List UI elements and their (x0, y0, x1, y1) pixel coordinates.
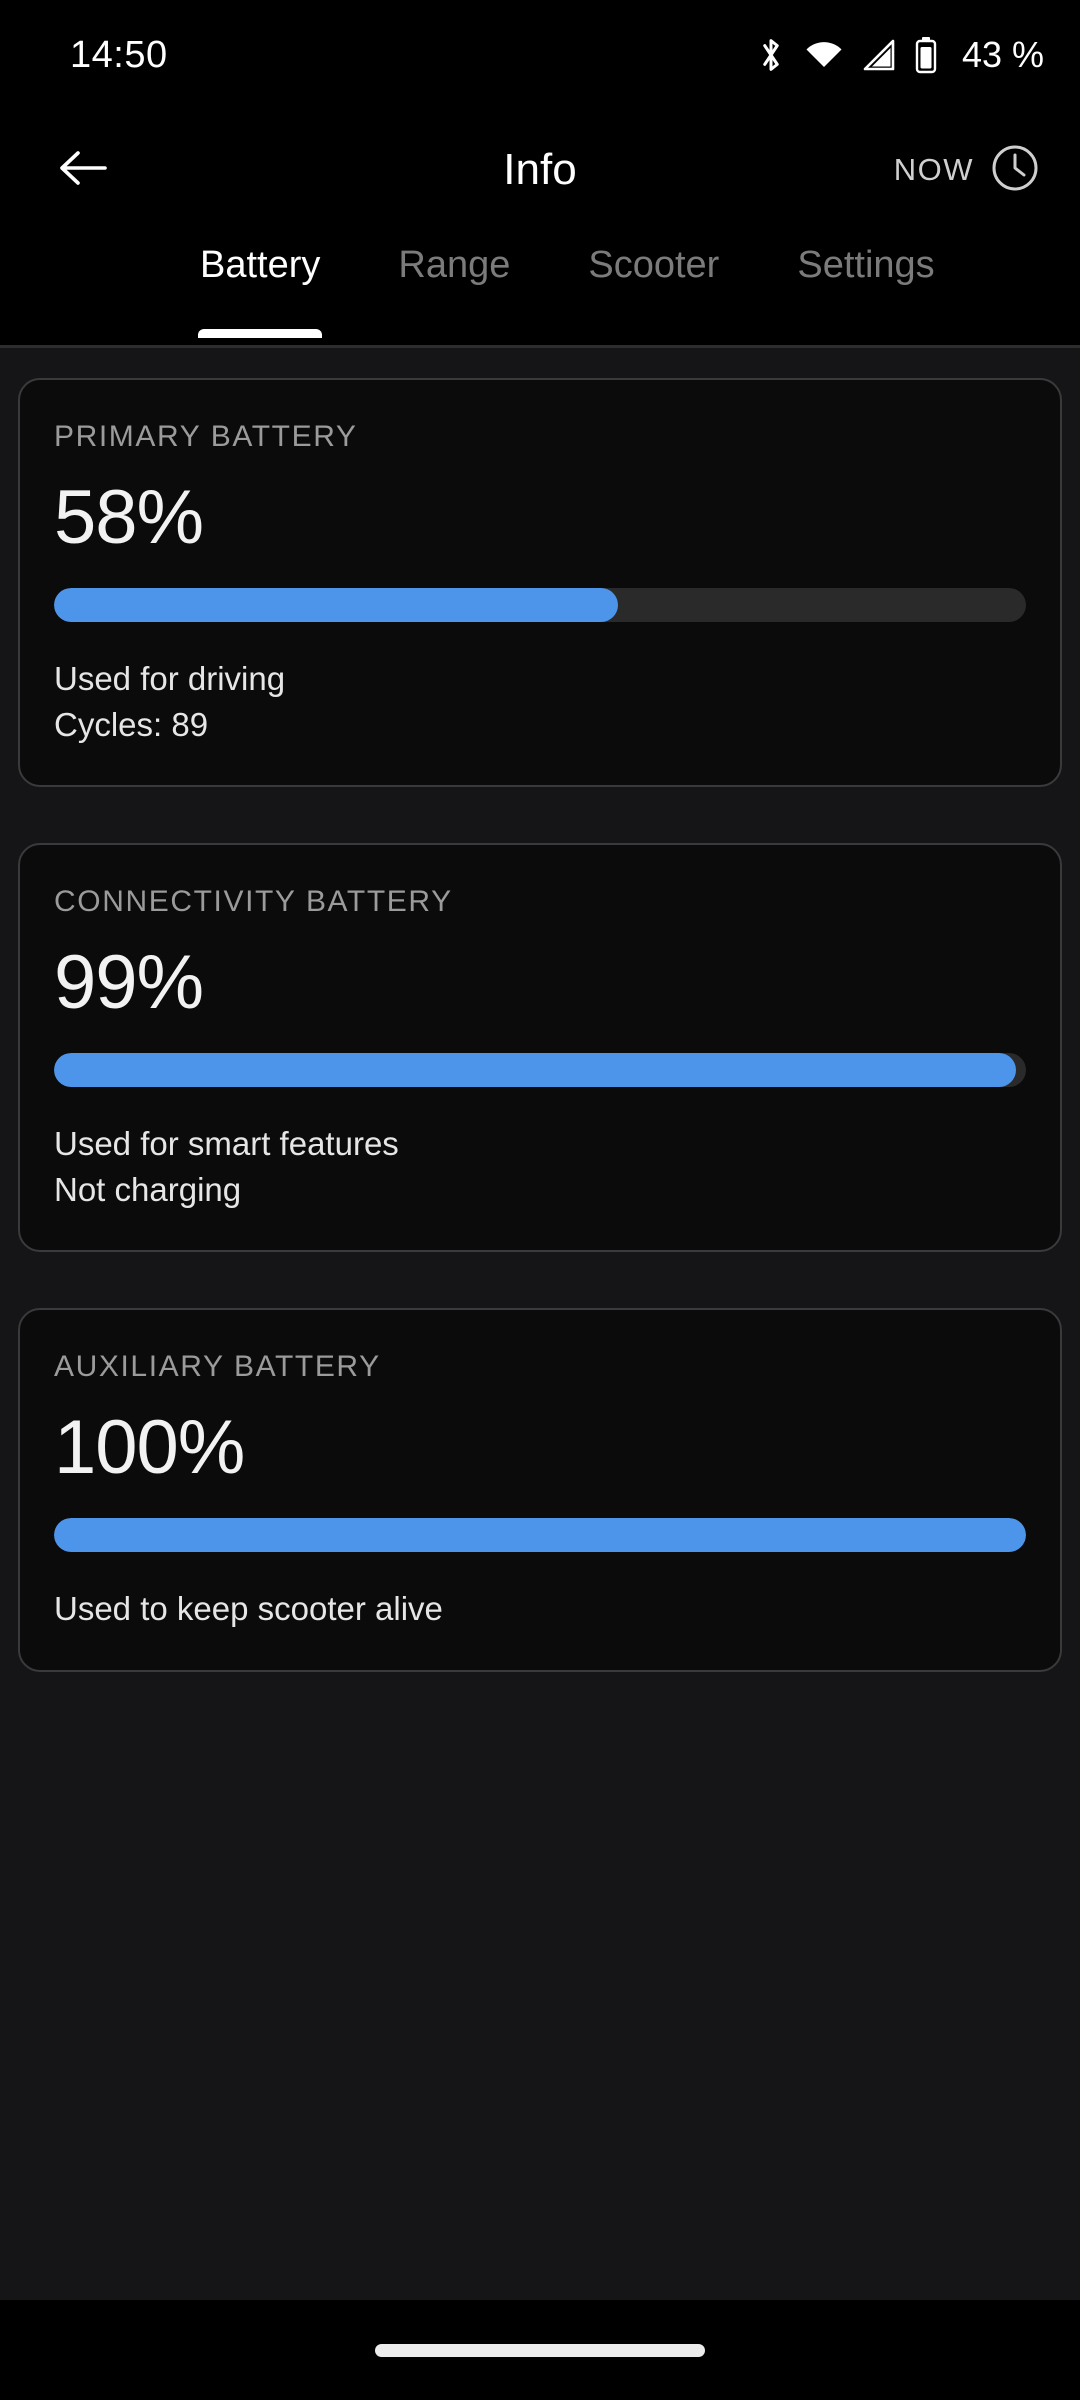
tab-scooter[interactable]: Scooter (588, 230, 719, 287)
card-note-secondary: Not charging (54, 1170, 242, 1208)
battery-progress-bar (54, 1053, 1026, 1088)
battery-progress-bar (54, 588, 1026, 622)
now-label: NOW (893, 152, 974, 187)
battery-progress-fill (54, 588, 618, 622)
bluetooth-icon (756, 36, 786, 74)
card-percentage-value: 58% (54, 475, 204, 560)
phone-screen: 14:50 43 % Info NOW Battery Range Scoote… (0, 0, 1080, 2400)
battery-icon (914, 36, 938, 74)
auxiliary-battery-card[interactable]: AUXILIARY BATTERY 100% Used to keep scoo… (18, 1308, 1062, 1672)
cellular-signal-icon (862, 39, 896, 71)
status-bar: 14:50 43 % (0, 0, 1080, 110)
wifi-icon (804, 39, 844, 71)
system-navigation-bar (0, 2300, 1080, 2400)
app-bar: Info NOW (0, 110, 1080, 230)
battery-progress-fill (54, 1053, 1017, 1088)
status-bar-icons: 43 % (756, 34, 1044, 76)
connectivity-battery-card[interactable]: CONNECTIVITY BATTERY 99% Used for smart … (18, 843, 1062, 1253)
battery-progress-bar (54, 1518, 1026, 1553)
card-percentage-value: 100% (54, 1405, 245, 1491)
card-percentage-value: 99% (54, 940, 204, 1026)
card-note-primary: Used to keep scooter alive (54, 1590, 443, 1628)
now-button[interactable]: NOW (894, 143, 1040, 198)
tab-range[interactable]: Range (398, 230, 510, 287)
card-label: CONNECTIVITY BATTERY (54, 885, 453, 919)
battery-tab-content: PRIMARY BATTERY 58% Used for driving Cyc… (0, 348, 1080, 2300)
back-arrow-icon (57, 146, 109, 195)
status-bar-battery-percent: 43 % (961, 34, 1044, 75)
tab-settings[interactable]: Settings (797, 230, 934, 287)
home-indicator[interactable] (375, 2343, 705, 2357)
card-note-primary: Used for driving (54, 660, 286, 697)
card-label: AUXILIARY BATTERY (54, 1350, 381, 1384)
clock-icon (990, 143, 1040, 198)
tab-divider (0, 345, 1080, 348)
card-note-secondary: Cycles: 89 (54, 705, 209, 743)
tab-battery[interactable]: Battery (197, 230, 323, 338)
card-note-primary: Used for smart features (54, 1125, 399, 1163)
back-button[interactable] (40, 127, 126, 213)
tab-bar: Battery Range Scooter Settings (0, 230, 1080, 348)
card-label: PRIMARY BATTERY (54, 420, 358, 453)
battery-progress-fill (54, 1518, 1026, 1553)
primary-battery-card[interactable]: PRIMARY BATTERY 58% Used for driving Cyc… (18, 378, 1062, 788)
status-bar-clock: 14:50 (70, 33, 168, 76)
